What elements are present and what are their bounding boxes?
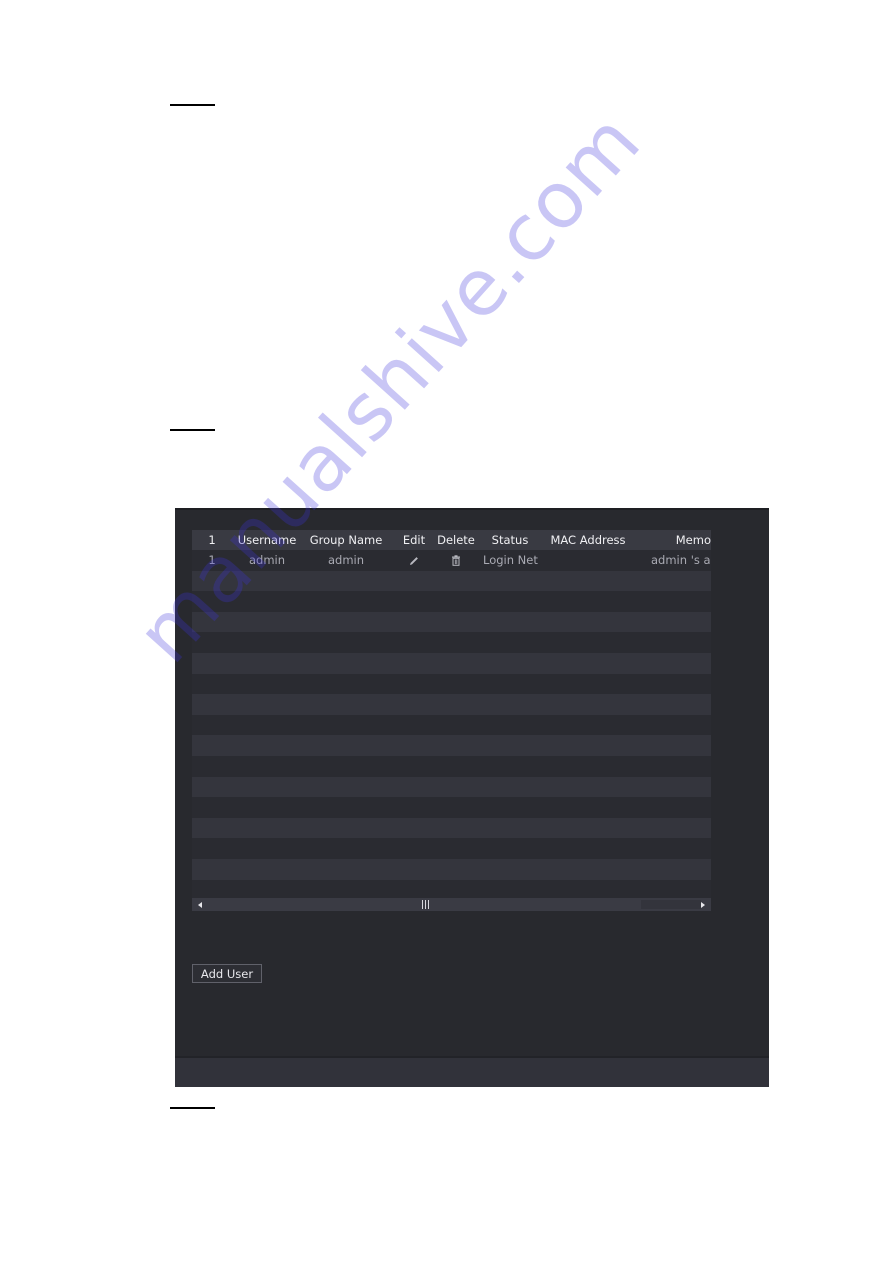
delete-button[interactable] <box>436 550 476 570</box>
row-index: 1 <box>208 553 216 567</box>
column-header-username[interactable]: Username <box>232 530 302 550</box>
row-status: Login Net <box>483 553 538 567</box>
add-user-button[interactable]: Add User <box>192 964 262 983</box>
table-header: 1 Username Group Name Edit Delete Status… <box>192 530 711 550</box>
scrollbar-track[interactable] <box>641 900 701 909</box>
panel-footer-bar <box>175 1056 769 1087</box>
column-header-group-name[interactable]: Group Name <box>307 530 385 550</box>
table-row-empty <box>192 694 711 715</box>
panel-top-border <box>175 508 769 510</box>
user-management-panel: 1 Username Group Name Edit Delete Status… <box>175 508 769 1087</box>
row-username: admin <box>248 553 286 567</box>
pencil-icon <box>410 556 418 565</box>
row-group-name: admin <box>327 553 365 567</box>
step-marker <box>170 1107 215 1109</box>
column-header-memo[interactable]: Memo <box>642 530 711 550</box>
table-row-empty <box>192 611 711 633</box>
grip-icon[interactable] <box>420 900 430 909</box>
table-row-empty <box>192 673 711 695</box>
table-row-empty <box>192 735 711 756</box>
row-mac-address <box>548 550 628 570</box>
horizontal-scrollbar[interactable] <box>192 898 711 911</box>
table-row-empty <box>192 776 711 798</box>
table-row-empty <box>192 797 711 818</box>
step-marker <box>170 104 215 106</box>
table-row-empty <box>192 817 711 839</box>
column-header-edit[interactable]: Edit <box>397 530 431 550</box>
edit-button[interactable] <box>397 550 431 570</box>
step-marker <box>170 429 215 431</box>
user-table: 1 Username Group Name Edit Delete Status… <box>192 530 711 898</box>
scroll-left-button[interactable] <box>194 898 206 911</box>
column-header-mac-address[interactable]: MAC Address <box>548 530 628 550</box>
row-memo: admin 's account <box>651 553 711 567</box>
table-row-empty <box>192 714 711 736</box>
column-header-status[interactable]: Status <box>482 530 538 550</box>
scroll-left-icon <box>198 901 202 908</box>
table-row-empty <box>192 756 711 777</box>
table-row-empty <box>192 570 711 592</box>
table-row-empty <box>192 838 711 859</box>
column-header-index[interactable]: 1 <box>192 530 232 550</box>
table-row-empty <box>192 632 711 653</box>
scroll-right-button[interactable] <box>697 898 709 911</box>
table-row-empty <box>192 879 711 898</box>
table-row[interactable]: 1 admin admin Login Net admin 's a <box>192 550 711 571</box>
scroll-right-icon <box>701 901 705 908</box>
column-header-delete[interactable]: Delete <box>436 530 476 550</box>
trash-icon <box>452 555 460 566</box>
table-row-empty <box>192 653 711 674</box>
table-row-empty <box>192 591 711 612</box>
table-row-empty <box>192 859 711 880</box>
